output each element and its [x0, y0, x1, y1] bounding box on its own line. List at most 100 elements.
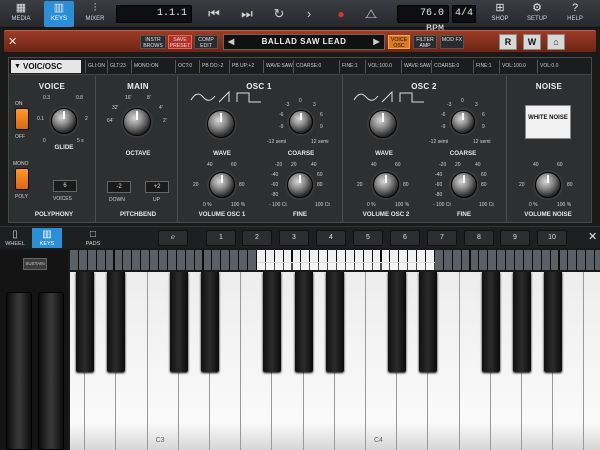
- scale-label: 20: [357, 182, 363, 188]
- black-key[interactable]: [481, 272, 500, 372]
- w-button[interactable]: W: [523, 34, 541, 50]
- play-icon[interactable]: ›: [298, 5, 320, 23]
- status-cell: OCT:0: [175, 60, 199, 73]
- setup-button[interactable]: ⚙ SETUP: [522, 1, 552, 27]
- time-signature-display[interactable]: 4/4: [452, 5, 476, 23]
- noise-volume-knob[interactable]: [535, 172, 561, 198]
- voices-label: VOICES: [53, 196, 72, 202]
- routing-icon[interactable]: ⌂: [547, 34, 565, 50]
- piano-icon: ▥: [42, 229, 52, 240]
- osc2-fine-knob[interactable]: [451, 172, 477, 198]
- status-cell: VOL:100.0: [365, 60, 397, 73]
- loop-icon[interactable]: ↻: [268, 5, 290, 23]
- chord-button[interactable]: 8: [464, 230, 494, 246]
- status-cell: VOL:0.0: [537, 60, 567, 73]
- mini-white-key: [443, 250, 452, 270]
- preset-prev-icon[interactable]: ◀: [228, 35, 235, 49]
- white-noise-display[interactable]: WHITE NOISE: [525, 105, 571, 139]
- filter-amp-button[interactable]: FILTER AMP: [413, 35, 437, 49]
- black-key[interactable]: [107, 272, 126, 372]
- rewind-start-icon[interactable]: ⏮: [203, 5, 225, 23]
- compare-edit-button[interactable]: COMP EDIT: [194, 35, 218, 49]
- instrument-browser-button[interactable]: INSTR BROWS: [140, 35, 166, 49]
- shop-button[interactable]: ⊞ SHOP: [485, 1, 515, 27]
- preset-selector[interactable]: ◀ BALLAD SAW LEAD ▶: [223, 34, 385, 50]
- close-instrument-icon[interactable]: ✕: [8, 36, 17, 48]
- chord-button[interactable]: 1: [206, 230, 236, 246]
- piano-keyboard[interactable]: C3 C4: [70, 272, 600, 450]
- sustain-button[interactable]: SUSTAIN: [23, 258, 47, 270]
- black-key[interactable]: [325, 272, 344, 372]
- octave-knob[interactable]: [123, 108, 151, 136]
- mixer-button[interactable]: ⫶ MIXER: [80, 1, 110, 27]
- scale-label: 3: [475, 102, 478, 108]
- keys-button[interactable]: ▥ KEYS: [44, 1, 74, 27]
- osc2-wave-knob[interactable]: [369, 110, 397, 138]
- status-bar: ▼ VOIC/OSC GLI:ON GLT:23 MONO:ON OCT:0 PB…: [9, 58, 591, 75]
- scale-label: 2': [163, 118, 167, 124]
- osc2-volume-knob[interactable]: [373, 172, 399, 198]
- osc1-wave-knob[interactable]: [207, 110, 235, 138]
- chord-button[interactable]: 7: [427, 230, 457, 246]
- r-button[interactable]: R: [499, 34, 517, 50]
- mini-white-key: [595, 250, 600, 270]
- metronome-icon[interactable]: ⧍: [360, 5, 382, 23]
- mini-white-key: [248, 250, 256, 270]
- media-button[interactable]: ▦ MEDIA: [6, 1, 36, 27]
- chord-button[interactable]: 5: [353, 230, 383, 246]
- visible-range-marker[interactable]: [256, 262, 435, 270]
- osc1-coarse-knob[interactable]: [289, 110, 313, 134]
- scale-label: 0 %: [529, 202, 538, 208]
- black-key[interactable]: [294, 272, 313, 372]
- white-key[interactable]: [584, 272, 600, 450]
- glide-knob[interactable]: [51, 108, 77, 134]
- mini-white-key: [541, 250, 550, 270]
- black-key[interactable]: [169, 272, 188, 372]
- keyboard-overview[interactable]: [70, 250, 600, 270]
- mod-fx-button[interactable]: MOD FX: [440, 35, 464, 49]
- step-forward-icon[interactable]: ⏭: [236, 5, 258, 23]
- black-key[interactable]: [263, 272, 282, 372]
- black-key[interactable]: [76, 272, 95, 372]
- black-key[interactable]: [201, 272, 219, 372]
- position-display[interactable]: 1.1.1: [116, 5, 192, 23]
- scale-label: 40: [207, 162, 213, 168]
- black-key[interactable]: [513, 272, 531, 372]
- record-icon[interactable]: ●: [330, 5, 352, 23]
- help-button[interactable]: ? HELP: [560, 1, 590, 27]
- voices-stepper[interactable]: 6: [53, 180, 77, 192]
- pitchbend-down-stepper[interactable]: -2: [107, 181, 131, 193]
- mono-poly-toggle[interactable]: [15, 168, 29, 190]
- chord-button[interactable]: 2: [242, 230, 272, 246]
- chord-edit-icon[interactable]: ℯ: [158, 230, 188, 246]
- scale-label: 64': [107, 118, 114, 124]
- osc1-volume-knob[interactable]: [209, 172, 235, 198]
- preset-next-icon[interactable]: ▶: [373, 35, 380, 49]
- osc1-fine-knob[interactable]: [287, 172, 313, 198]
- pads-tab[interactable]: □ PADS: [78, 228, 108, 248]
- chord-button[interactable]: 6: [390, 230, 420, 246]
- black-key[interactable]: [544, 272, 563, 372]
- osc2-coarse-knob[interactable]: [451, 110, 475, 134]
- voice-title: VOICE: [38, 82, 66, 91]
- osc2-volume-label: VOLUME OSC 2: [362, 211, 410, 218]
- chord-button[interactable]: 3: [279, 230, 309, 246]
- keys-tab[interactable]: ▥ KEYS: [32, 228, 62, 248]
- black-key[interactable]: [388, 272, 407, 372]
- scale-label: -3: [447, 102, 452, 108]
- black-key[interactable]: [419, 272, 438, 372]
- pitchbend-up-stepper[interactable]: +2: [145, 181, 169, 193]
- chord-button[interactable]: 4: [316, 230, 346, 246]
- voice-osc-tab[interactable]: ▼ VOIC/OSC: [11, 60, 81, 73]
- save-preset-button[interactable]: SAVE PRESET: [168, 35, 192, 49]
- chord-button[interactable]: 9: [500, 230, 530, 246]
- chord-button[interactable]: 10: [537, 230, 567, 246]
- voice-osc-button[interactable]: VOICE OSC: [388, 35, 410, 49]
- mod-wheel[interactable]: [38, 292, 64, 450]
- tempo-display[interactable]: 76.0 BPM: [397, 5, 449, 35]
- close-keyboard-icon[interactable]: ✕: [588, 231, 597, 243]
- wheel-tab[interactable]: ▯ WHEEL: [0, 228, 30, 248]
- pitch-wheel[interactable]: [6, 292, 32, 450]
- glide-toggle[interactable]: [15, 108, 29, 130]
- scale-label: 80: [481, 182, 487, 188]
